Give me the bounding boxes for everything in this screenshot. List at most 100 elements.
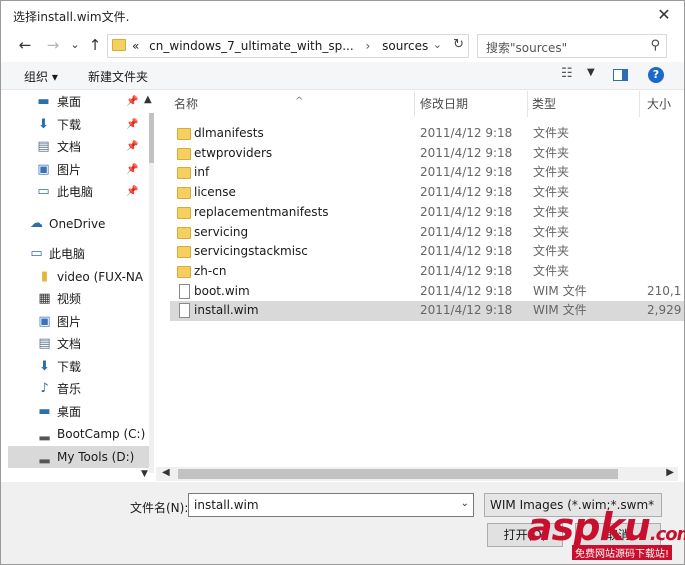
file-type: 文件夹: [533, 244, 570, 259]
file-modified: 2011/4/12 9:18: [420, 204, 513, 219]
breadcrumb-item[interactable]: sources: [382, 39, 428, 53]
breadcrumb-overflow[interactable]: «: [132, 39, 139, 53]
file-row[interactable]: servicing 2011/4/12 9:18 文件夹: [170, 223, 684, 243]
chevron-left-icon[interactable]: ◀: [162, 467, 170, 478]
forward-button[interactable]: →: [43, 35, 63, 55]
new-folder-button[interactable]: 新建文件夹: [88, 68, 148, 85]
recent-locations-button[interactable]: ⌄: [65, 35, 85, 55]
nav-item-this-pc[interactable]: ▭ 此电脑: [8, 243, 154, 265]
nav-scrollbar-thumb[interactable]: [149, 113, 154, 163]
organize-button[interactable]: 组织 ▾: [24, 68, 58, 85]
nav-item-label: 下载: [57, 359, 82, 374]
navigation-pane[interactable]: ▬ 桌面 📌 ⬇ 下载 📌 ▤ 文档 📌 ▣ 图片 📌 ▭ 此电脑 📌 ▲ ☁ …: [8, 91, 154, 481]
file-row[interactable]: servicingstackmisc 2011/4/12 9:18 文件夹: [170, 242, 684, 262]
nav-item-label: 下载: [57, 117, 82, 132]
chevron-up-icon[interactable]: ▲: [144, 94, 152, 105]
chevron-down-icon[interactable]: ▼: [141, 469, 148, 479]
nav-item-pictures[interactable]: ▣ 图片 📌: [8, 159, 154, 181]
nav-item-onedrive[interactable]: ☁ OneDrive: [8, 213, 154, 235]
window-title: 选择install.wim文件.: [13, 10, 130, 24]
nav-item-label: 此电脑: [49, 247, 86, 261]
help-icon[interactable]: ?: [648, 67, 664, 83]
file-row[interactable]: replacementmanifests 2011/4/12 9:18 文件夹: [170, 203, 684, 223]
watermark-main: aspku: [527, 505, 651, 549]
nav-scrollbar[interactable]: [149, 113, 154, 473]
document-icon: ▤: [37, 139, 50, 154]
folder-icon: [177, 246, 191, 259]
nav-item-downloads-pc[interactable]: ⬇ 下载: [8, 356, 154, 378]
nav-item-drive-d[interactable]: ▂ My Tools (D:): [8, 445, 154, 468]
pin-icon[interactable]: 📌: [126, 114, 138, 136]
address-bar[interactable]: « cn_windows_7_ultimate_with_sp... › sou…: [107, 34, 469, 58]
refresh-button[interactable]: ↻: [453, 37, 464, 52]
nav-item-documents-pc[interactable]: ▤ 文档: [8, 333, 154, 355]
file-row[interactable]: etwproviders 2011/4/12 9:18 文件夹: [170, 144, 684, 164]
breadcrumb-separator[interactable]: ›: [366, 39, 371, 53]
pin-icon[interactable]: 📌: [126, 181, 138, 203]
nav-item-pictures-pc[interactable]: ▣ 图片: [8, 311, 154, 333]
back-button[interactable]: ←: [15, 35, 35, 55]
file-row[interactable]: zh-cn 2011/4/12 9:18 文件夹: [170, 262, 684, 282]
pictures-icon: ▣: [38, 313, 51, 329]
chevron-down-icon[interactable]: ▼: [587, 67, 595, 78]
address-row: ← → ⌄ ↑ « cn_windows_7_ultimate_with_sp.…: [1, 30, 684, 60]
file-size: 2,929: [647, 303, 682, 318]
nav-item-label: video (FUX-NA: [57, 269, 144, 284]
file-name: zh-cn: [194, 263, 227, 278]
desktop-icon: ▬: [37, 94, 50, 109]
file-name: license: [194, 185, 236, 200]
nav-item-videos[interactable]: ▦ 视频: [8, 288, 154, 310]
nav-item-desktop[interactable]: ▬ 桌面 📌: [8, 91, 154, 113]
nav-item-label: 文档: [57, 337, 82, 351]
preview-pane-icon[interactable]: [613, 69, 628, 81]
search-icon[interactable]: ⚲: [650, 38, 660, 53]
horizontal-scrollbar[interactable]: ◀ ▶: [156, 467, 678, 481]
folder-icon: [177, 226, 191, 239]
folder-icon: [177, 128, 191, 140]
column-header-size[interactable]: 大小: [647, 91, 684, 117]
file-icon: [179, 303, 190, 319]
nav-item-downloads[interactable]: ⬇ 下载 📌: [8, 114, 154, 136]
nav-item-this-pc-quick[interactable]: ▭ 此电脑 📌: [8, 181, 154, 203]
folder-icon: [177, 167, 191, 180]
column-header-type[interactable]: 类型: [532, 91, 638, 117]
chevron-right-icon[interactable]: ▶: [666, 467, 674, 478]
view-options-icon[interactable]: ☷: [561, 66, 573, 81]
column-divider[interactable]: [414, 91, 415, 117]
file-list[interactable]: 名称 ^ 修改日期 类型 大小 dlmanifests 2011/4/12 9:…: [166, 91, 684, 463]
drive-icon: ▂: [39, 426, 50, 441]
horizontal-scrollbar-thumb[interactable]: [178, 469, 618, 479]
folder-icon: [177, 147, 191, 160]
nav-item-drive-c[interactable]: ▂ BootCamp (C:): [8, 423, 154, 445]
column-header-name[interactable]: 名称 ^: [174, 91, 414, 117]
file-name: servicingstackmisc: [194, 244, 308, 259]
column-divider[interactable]: [639, 91, 640, 117]
pin-icon[interactable]: 📌: [126, 136, 138, 158]
file-row[interactable]: dlmanifests 2011/4/12 9:18 文件夹: [170, 124, 684, 144]
filename-field[interactable]: install.wim ⌄: [188, 493, 474, 517]
file-type: 文件夹: [533, 204, 570, 219]
pin-icon[interactable]: 📌: [126, 91, 138, 113]
file-row[interactable]: license 2011/4/12 9:18 文件夹: [170, 183, 684, 203]
download-icon: ⬇: [39, 358, 50, 374]
pin-icon[interactable]: 📌: [126, 159, 138, 181]
file-name: boot.wim: [194, 283, 250, 298]
column-divider[interactable]: [527, 91, 528, 117]
file-row[interactable]: boot.wim 2011/4/12 9:18 WIM 文件 210,1: [170, 282, 684, 302]
nav-item-music[interactable]: ♪ 音乐: [8, 378, 154, 400]
file-row[interactable]: inf 2011/4/12 9:18 文件夹: [170, 163, 684, 183]
chevron-down-icon[interactable]: ⌄: [433, 38, 442, 51]
nav-item-documents[interactable]: ▤ 文档 📌: [8, 136, 154, 158]
desktop-icon: ▬: [38, 403, 51, 419]
column-header-modified[interactable]: 修改日期: [420, 91, 527, 117]
nav-item-video-drive[interactable]: ▮ video (FUX-NA: [8, 266, 154, 288]
file-row[interactable]: install.wim 2011/4/12 9:18 WIM 文件 2,929: [170, 301, 684, 321]
up-button[interactable]: ↑: [85, 35, 105, 55]
chevron-down-icon[interactable]: ⌄: [461, 498, 469, 509]
close-button[interactable]: ✕: [654, 5, 674, 25]
nav-item-label: 音乐: [57, 382, 82, 396]
watermark-subtitle: 免费网站源码下载站!: [572, 545, 673, 560]
nav-item-desktop-pc[interactable]: ▬ 桌面: [8, 401, 154, 423]
breadcrumb-item[interactable]: cn_windows_7_ultimate_with_sp...: [149, 39, 354, 53]
search-input[interactable]: 搜索"sources" ⚲: [477, 34, 667, 58]
